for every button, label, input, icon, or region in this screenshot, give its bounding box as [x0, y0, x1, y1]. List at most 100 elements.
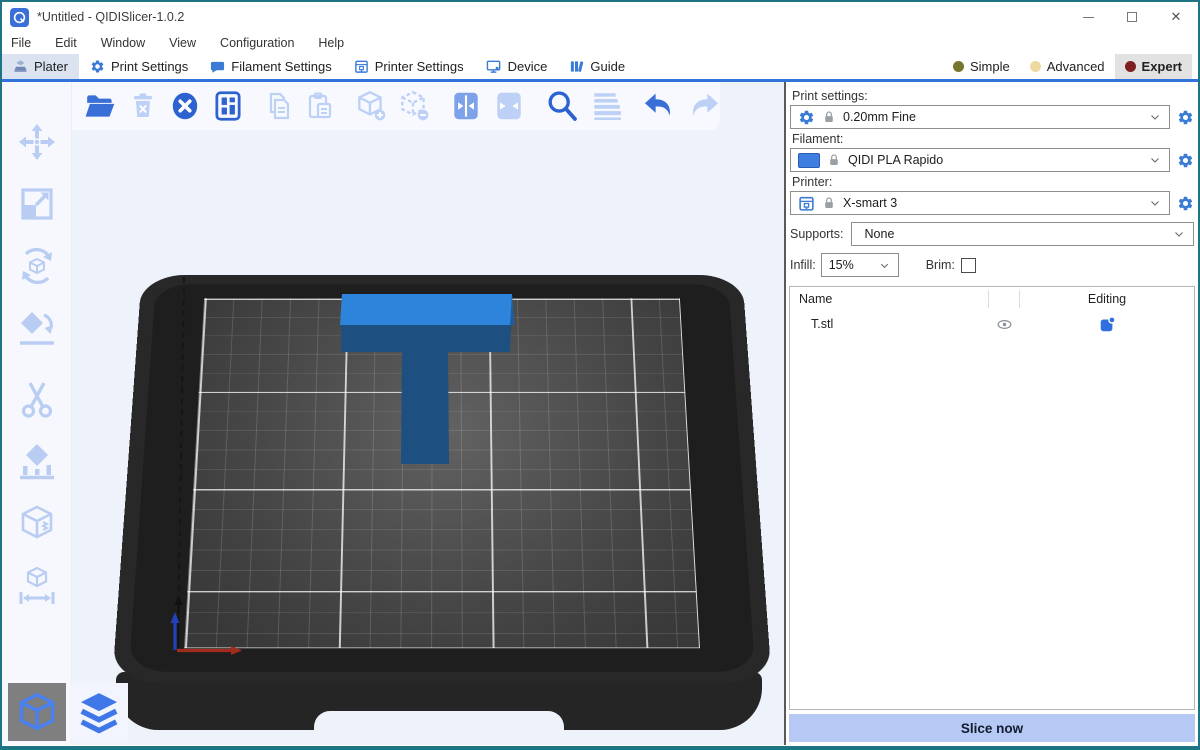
mode-advanced[interactable]: Advanced: [1020, 54, 1115, 79]
menu-help[interactable]: Help: [318, 36, 344, 50]
cut-tool-button[interactable]: [15, 378, 59, 422]
mode-advanced-label: Advanced: [1047, 59, 1105, 74]
tab-printer-settings-label: Printer Settings: [375, 59, 464, 74]
redo-button[interactable]: [686, 88, 722, 124]
split-to-parts-icon: [492, 89, 526, 123]
add-instance-icon: [354, 89, 388, 123]
settings-panel: Print settings: 0.20mm Fine Filament: QI…: [786, 82, 1198, 745]
rotate-icon: [15, 244, 59, 288]
chevron-down-icon: [1148, 153, 1162, 167]
printer-gear-button[interactable]: [1176, 194, 1194, 212]
infill-value: 15%: [829, 258, 871, 272]
top-toolbar: [72, 82, 720, 130]
tab-printer-settings[interactable]: Printer Settings: [343, 54, 475, 79]
open-file-button[interactable]: [84, 88, 118, 124]
split-to-objects-icon: [449, 89, 483, 123]
filament-combo[interactable]: QIDI PLA Rapido: [790, 148, 1170, 172]
chevron-down-icon: [1148, 196, 1162, 210]
printer-value: X-smart 3: [843, 196, 1141, 210]
place-on-face-tool-button[interactable]: [15, 306, 59, 350]
3d-editor-icon: [14, 689, 60, 735]
rotate-tool-button[interactable]: [15, 244, 59, 288]
tab-plater-label: Plater: [34, 59, 68, 74]
measure-tool-button[interactable]: [15, 564, 59, 608]
maximize-button[interactable]: [1110, 2, 1154, 32]
measure-icon: [15, 564, 59, 608]
visibility-toggle[interactable]: [989, 316, 1019, 333]
menu-edit[interactable]: Edit: [55, 36, 77, 50]
mode-simple[interactable]: Simple: [943, 54, 1020, 79]
copy-icon: [263, 90, 295, 122]
menu-view[interactable]: View: [169, 36, 196, 50]
tab-filament-settings-label: Filament Settings: [231, 59, 331, 74]
brim-checkbox[interactable]: [961, 258, 976, 273]
delete-icon: [127, 90, 159, 122]
guide-icon: [569, 59, 584, 74]
remove-instance-icon: [397, 89, 431, 123]
paste-button[interactable]: [304, 88, 336, 124]
search-button[interactable]: [544, 88, 580, 124]
tab-guide[interactable]: Guide: [558, 54, 636, 79]
variable-layer-height-button[interactable]: [589, 88, 623, 124]
view-mode-buttons: [8, 683, 128, 741]
split-to-parts-button[interactable]: [492, 88, 526, 124]
print-settings-combo[interactable]: 0.20mm Fine: [790, 105, 1170, 129]
filament-gear-button[interactable]: [1176, 151, 1194, 169]
preview-layers-icon: [76, 689, 122, 735]
tab-device-label: Device: [508, 59, 548, 74]
menu-file[interactable]: File: [11, 36, 31, 50]
bed-surface-3d: [112, 275, 772, 683]
delete-all-button[interactable]: [168, 88, 202, 124]
arrange-button[interactable]: [211, 88, 245, 124]
supports-combo[interactable]: None: [851, 222, 1194, 246]
tab-device[interactable]: Device: [475, 54, 559, 79]
paste-icon: [304, 90, 336, 122]
plater-icon: [13, 59, 28, 74]
infill-label: Infill:: [790, 258, 816, 272]
close-button[interactable]: ✕: [1154, 2, 1198, 32]
print-bed: [108, 222, 776, 742]
printer-combo[interactable]: X-smart 3: [790, 191, 1170, 215]
app-window: *Untitled - QIDISlicer-1.0.2 ✕ File Edit…: [0, 0, 1200, 750]
infill-combo[interactable]: 15%: [821, 253, 899, 277]
scale-tool-button[interactable]: [15, 182, 59, 226]
column-editing: Editing: [1020, 292, 1194, 306]
paint-supports-tool-button[interactable]: [15, 440, 59, 484]
view-3d-editor-button[interactable]: [8, 683, 66, 741]
app-icon: [10, 8, 29, 27]
slice-now-button[interactable]: Slice now: [789, 714, 1195, 742]
undo-button[interactable]: [641, 88, 677, 124]
arrange-icon: [211, 89, 245, 123]
tab-print-settings[interactable]: Print Settings: [79, 54, 199, 79]
lock-icon: [822, 110, 836, 124]
tab-plater[interactable]: Plater: [2, 54, 79, 79]
gear-icon: [798, 109, 815, 126]
mode-expert[interactable]: Expert: [1115, 54, 1192, 79]
remove-instance-button[interactable]: [397, 88, 431, 124]
view-preview-button[interactable]: [70, 683, 128, 741]
edit-object-button[interactable]: [1019, 315, 1194, 333]
title-bar: *Untitled - QIDISlicer-1.0.2 ✕: [2, 2, 1198, 32]
copy-button[interactable]: [263, 88, 295, 124]
viewport-3d[interactable]: [72, 82, 784, 745]
minimize-button[interactable]: [1066, 2, 1110, 32]
supports-label: Supports:: [790, 227, 844, 241]
object-list-header: Name Editing: [790, 287, 1194, 311]
object-row[interactable]: T.stl: [790, 311, 1194, 337]
seam-tool-button[interactable]: [15, 502, 59, 546]
window-controls: ✕: [1066, 2, 1198, 32]
print-settings-gear-button[interactable]: [1176, 108, 1194, 126]
lock-icon: [822, 196, 836, 210]
move-tool-button[interactable]: [15, 120, 59, 164]
add-instance-button[interactable]: [354, 88, 388, 124]
delete-button[interactable]: [127, 88, 159, 124]
chevron-down-icon: [1148, 110, 1162, 124]
menu-configuration[interactable]: Configuration: [220, 36, 294, 50]
chevron-down-icon: [1172, 227, 1186, 241]
menu-window[interactable]: Window: [101, 36, 145, 50]
printer-icon: [354, 59, 369, 74]
split-to-objects-button[interactable]: [449, 88, 483, 124]
device-icon: [486, 59, 502, 74]
brim-label: Brim:: [926, 258, 955, 272]
tab-filament-settings[interactable]: Filament Settings: [199, 54, 342, 79]
